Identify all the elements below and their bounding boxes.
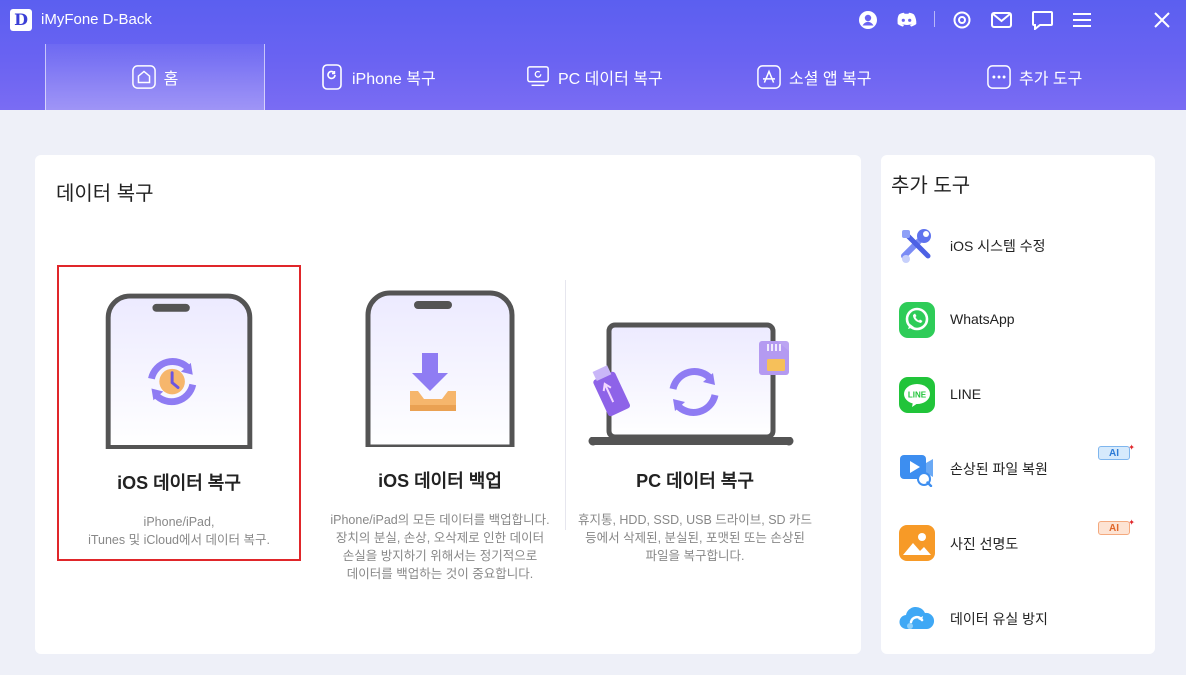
tool-label: iOS 시스템 수정 (950, 238, 1046, 254)
ai-badge: AI ✦ (1098, 443, 1135, 460)
app-title: iMyFone D-Back (41, 11, 152, 28)
tab-social-recovery[interactable]: 소셜 앱 복구 (757, 44, 872, 110)
iphone-backup-illustration (365, 290, 515, 447)
titlebar-divider (934, 11, 935, 27)
tool-photo-enhance[interactable]: 사진 선명도 AI ✦ (898, 518, 1148, 565)
ios-data-backup-option[interactable]: iOS 데이터 백업 iPhone/iPad의 모든 데이터를 백업합니다. 장… (318, 265, 562, 581)
ios-data-recovery-option[interactable]: iOS 데이터 복구 iPhone/iPad, iTunes 및 iCloud에… (57, 265, 301, 561)
tab-extra-tools-label: 추가 도구 (1019, 71, 1083, 88)
cloud-icon (899, 606, 935, 630)
tab-home[interactable]: 홈 (45, 44, 265, 110)
tool-ios-system-repair[interactable]: iOS 시스템 수정 (898, 221, 1148, 267)
tool-damaged-file-repair[interactable]: 손상된 파일 복원 AI ✦ (898, 443, 1148, 490)
tab-pc-recovery[interactable]: PC 데이터 복구 (526, 44, 663, 110)
line-icon: LINE (899, 377, 935, 413)
option-description: iPhone/iPad의 모든 데이터를 백업합니다. 장치의 분실, 손상, … (330, 513, 550, 581)
option-title: iOS 데이터 복구 (117, 473, 241, 493)
option-title: PC 데이터 복구 (636, 471, 754, 491)
extra-tools-title: 추가 도구 (891, 175, 971, 197)
tool-label: WhatsApp (950, 311, 1015, 327)
tab-iphone-recovery[interactable]: iPhone 복구 (320, 44, 436, 110)
more-icon (987, 65, 1011, 89)
header: D iMyFone D-Back 홈 iPhone 복구 PC 데이터 복구 소… (0, 0, 1186, 110)
tools-icon (901, 229, 931, 263)
close-icon[interactable] (1151, 9, 1173, 31)
tab-extra-tools[interactable]: 추가 도구 (987, 44, 1082, 110)
video-repair-icon (900, 455, 933, 487)
home-icon (131, 65, 156, 89)
divider (565, 280, 566, 530)
svg-text:LINE: LINE (908, 391, 927, 400)
tab-home-label: 홈 (163, 71, 179, 88)
title-bar: D iMyFone D-Back (0, 0, 1186, 40)
photo-enhance-icon (899, 525, 935, 561)
discord-icon[interactable] (895, 9, 917, 31)
menu-icon[interactable] (1071, 9, 1093, 31)
data-recovery-panel: 데이터 복구 iOS 데이터 복구 iPhone/iPad, iTunes 및 … (35, 155, 861, 654)
pc-icon (526, 65, 550, 89)
apps-icon (757, 65, 781, 89)
option-description: iPhone/iPad, iTunes 및 iCloud에서 데이터 복구. (88, 515, 270, 547)
tool-label: 사진 선명도 (950, 536, 1019, 552)
tab-social-recovery-label: 소셜 앱 복구 (789, 71, 872, 88)
option-description: 휴지통, HDD, SSD, USB 드라이브, SD 카드 등에서 삭제된, … (577, 513, 813, 563)
pc-data-recovery-option[interactable]: PC 데이터 복구 휴지통, HDD, SSD, USB 드라이브, SD 카드… (573, 265, 817, 563)
tool-label: 손상된 파일 복원 (950, 461, 1048, 477)
whatsapp-icon (899, 302, 935, 338)
tool-line[interactable]: LINE LINE (898, 371, 1148, 417)
extra-tools-panel: 추가 도구 iOS 시스템 수정 WhatsApp LINE LINE 손상된 … (881, 155, 1155, 654)
feedback-icon[interactable] (1031, 9, 1053, 31)
tool-label: LINE (950, 386, 982, 402)
tab-pc-recovery-label: PC 데이터 복구 (558, 71, 663, 88)
pc-recovery-illustration (588, 322, 794, 446)
tab-iphone-recovery-label: iPhone 복구 (352, 71, 436, 88)
option-title: iOS 데이터 백업 (378, 471, 502, 491)
tool-data-loss-prevention[interactable]: 데이터 유실 방지 (898, 594, 1148, 640)
app-logo: D (10, 9, 32, 31)
mail-icon[interactable] (990, 9, 1012, 31)
tool-label: 데이터 유실 방지 (950, 611, 1048, 627)
iphone-recovery-illustration (105, 293, 253, 449)
section-title: 데이터 복구 (56, 183, 154, 205)
settings-icon[interactable] (951, 9, 973, 31)
ai-badge: AI ✦ (1098, 518, 1135, 535)
tool-whatsapp[interactable]: WhatsApp (898, 296, 1148, 342)
main-navigation: 홈 iPhone 복구 PC 데이터 복구 소셜 앱 복구 추가 도구 (0, 44, 1186, 110)
iphone-icon (320, 64, 344, 90)
account-icon[interactable] (857, 9, 879, 31)
